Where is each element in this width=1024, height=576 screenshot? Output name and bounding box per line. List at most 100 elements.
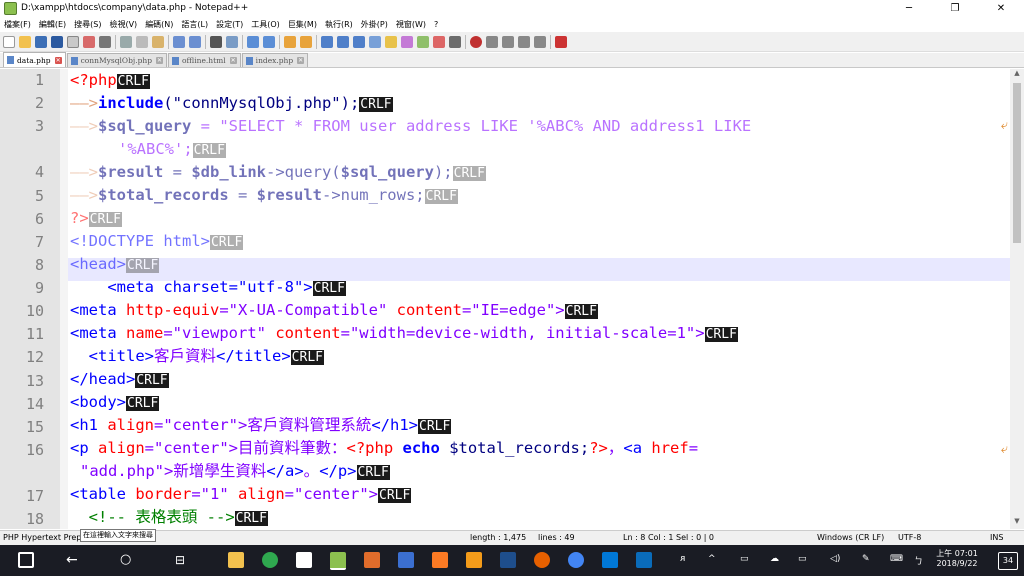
record-macro-icon[interactable]: [470, 35, 482, 48]
maximize-button[interactable]: ❐: [932, 0, 978, 16]
code-token: =: [163, 163, 192, 181]
function-list-icon[interactable]: [401, 35, 413, 48]
close-tab-icon[interactable]: ✕: [229, 57, 237, 64]
scrollbar-thumb[interactable]: [1013, 83, 1021, 243]
menu-view[interactable]: 檢視(V): [109, 19, 137, 30]
chevron-up-icon[interactable]: ^: [708, 554, 716, 564]
menu-tools[interactable]: 工具(O): [251, 19, 280, 30]
redo-icon[interactable]: [189, 35, 201, 48]
close-tab-icon[interactable]: ✕: [54, 56, 62, 64]
word-wrap-icon[interactable]: [321, 35, 333, 48]
play-macro-icon[interactable]: [502, 35, 514, 48]
code-editor[interactable]: 1 2 3 4 5 6 7 8 9 10 11 12 13 14 15 16 1…: [0, 69, 1024, 529]
show-all-chars-icon[interactable]: [337, 35, 349, 48]
save-all-icon[interactable]: [51, 35, 63, 48]
new-file-icon[interactable]: [3, 35, 15, 48]
close-file-icon[interactable]: [67, 35, 79, 48]
cut-icon[interactable]: [120, 35, 132, 48]
google-app-icon[interactable]: [296, 552, 312, 568]
zoom-in-icon[interactable]: [247, 35, 259, 48]
git-app-icon[interactable]: [364, 552, 380, 568]
eol-marker: CRLF: [378, 488, 412, 503]
pen-icon[interactable]: ✎: [862, 554, 870, 564]
code-token: http-equiv: [126, 301, 220, 319]
menu-encoding[interactable]: 編碼(N): [145, 19, 173, 30]
menu-search[interactable]: 搜尋(S): [74, 19, 101, 30]
keyboard-icon[interactable]: ⌨: [890, 554, 903, 564]
undo-icon[interactable]: [173, 35, 185, 48]
menu-run[interactable]: 執行(R): [325, 19, 353, 30]
print-icon[interactable]: [99, 35, 111, 48]
view-icon[interactable]: [449, 35, 461, 48]
line-number: 1: [34, 71, 44, 89]
menu-help[interactable]: ?: [434, 20, 438, 29]
notification-badge[interactable]: 34: [998, 552, 1018, 570]
menu-window[interactable]: 視窗(W): [396, 19, 426, 30]
run-macro-multiple-icon[interactable]: [518, 35, 530, 48]
toolbar-separator: [279, 34, 280, 49]
back-arrow-icon[interactable]: ←: [66, 552, 82, 568]
notepadpp-taskbar-icon[interactable]: [330, 552, 346, 570]
paste-icon[interactable]: [152, 35, 164, 48]
display-icon[interactable]: ▭: [798, 554, 807, 564]
scroll-up-icon[interactable]: ▲: [1010, 69, 1024, 81]
replace-icon[interactable]: [226, 35, 238, 48]
tab-index-php[interactable]: index.php ✕: [241, 53, 309, 67]
volume-icon[interactable]: ◁): [830, 554, 840, 564]
input-language[interactable]: ㄅ: [914, 554, 923, 567]
monitor-icon[interactable]: [433, 35, 445, 48]
find-icon[interactable]: [210, 35, 222, 48]
menu-plugins[interactable]: 外掛(P): [361, 19, 388, 30]
start-menu-icon[interactable]: [18, 552, 34, 568]
code-token: ?>: [589, 439, 608, 457]
close-tab-icon[interactable]: ✕: [156, 57, 164, 64]
close-all-icon[interactable]: [83, 35, 95, 48]
onedrive-icon[interactable]: ☁: [770, 554, 779, 564]
file-explorer-icon[interactable]: [228, 552, 244, 568]
save-macro-icon[interactable]: [534, 35, 546, 48]
close-tab-icon[interactable]: ✕: [297, 57, 305, 64]
clock[interactable]: 上午 07:01 2018/9/22: [932, 548, 982, 568]
close-button[interactable]: ✕: [978, 0, 1024, 16]
powershell-icon[interactable]: [500, 552, 516, 568]
menu-file[interactable]: 檔案(F): [4, 19, 31, 30]
copy-icon[interactable]: [136, 35, 148, 48]
task-view-icon[interactable]: ⊟: [175, 552, 191, 568]
windows-app-icon[interactable]: [636, 552, 652, 568]
people-icon[interactable]: ᴙ: [680, 554, 685, 564]
menu-language[interactable]: 語言(L): [181, 19, 208, 30]
search-icon[interactable]: ○: [120, 552, 136, 568]
tab-data-php[interactable]: data.php ✕: [3, 52, 66, 67]
vertical-scrollbar[interactable]: ▲ ▼: [1010, 69, 1024, 529]
stop-macro-icon[interactable]: [486, 35, 498, 48]
user-language-icon[interactable]: [369, 35, 381, 48]
folder-workspace-icon[interactable]: [417, 35, 429, 48]
menu-settings[interactable]: 設定(T): [216, 19, 243, 30]
chrome-icon[interactable]: [262, 552, 278, 568]
menu-edit[interactable]: 編輯(E): [39, 19, 66, 30]
scroll-down-icon[interactable]: ▼: [1010, 517, 1024, 529]
sync-horizontal-icon[interactable]: [300, 35, 312, 48]
tab-connmysqlobj-php[interactable]: connMysqlObj.php ✕: [66, 53, 168, 67]
xampp-icon[interactable]: [432, 552, 448, 568]
app-icon[interactable]: [398, 552, 414, 568]
doc-map-icon[interactable]: [385, 35, 397, 48]
code-token: content: [396, 301, 462, 319]
open-file-icon[interactable]: [19, 35, 31, 48]
code-token: $sql_query: [340, 163, 434, 181]
menu-macro[interactable]: 巨集(M): [288, 19, 317, 30]
zoom-out-icon[interactable]: [263, 35, 275, 48]
sync-vertical-icon[interactable]: [284, 35, 296, 48]
browser-icon[interactable]: [568, 552, 584, 568]
indent-guide-icon[interactable]: [353, 35, 365, 48]
fold-margin[interactable]: [60, 69, 68, 529]
minimize-button[interactable]: ─: [886, 0, 932, 16]
network-icon[interactable]: ▭: [740, 554, 749, 564]
firefox-icon[interactable]: [534, 552, 550, 568]
edge-icon[interactable]: [602, 552, 618, 568]
app-icon[interactable]: [466, 552, 482, 568]
toolbar-separator: [168, 34, 169, 49]
tab-offline-html[interactable]: offline.html ✕: [168, 53, 241, 67]
save-icon[interactable]: [35, 35, 47, 48]
spell-check-icon[interactable]: [555, 35, 567, 48]
